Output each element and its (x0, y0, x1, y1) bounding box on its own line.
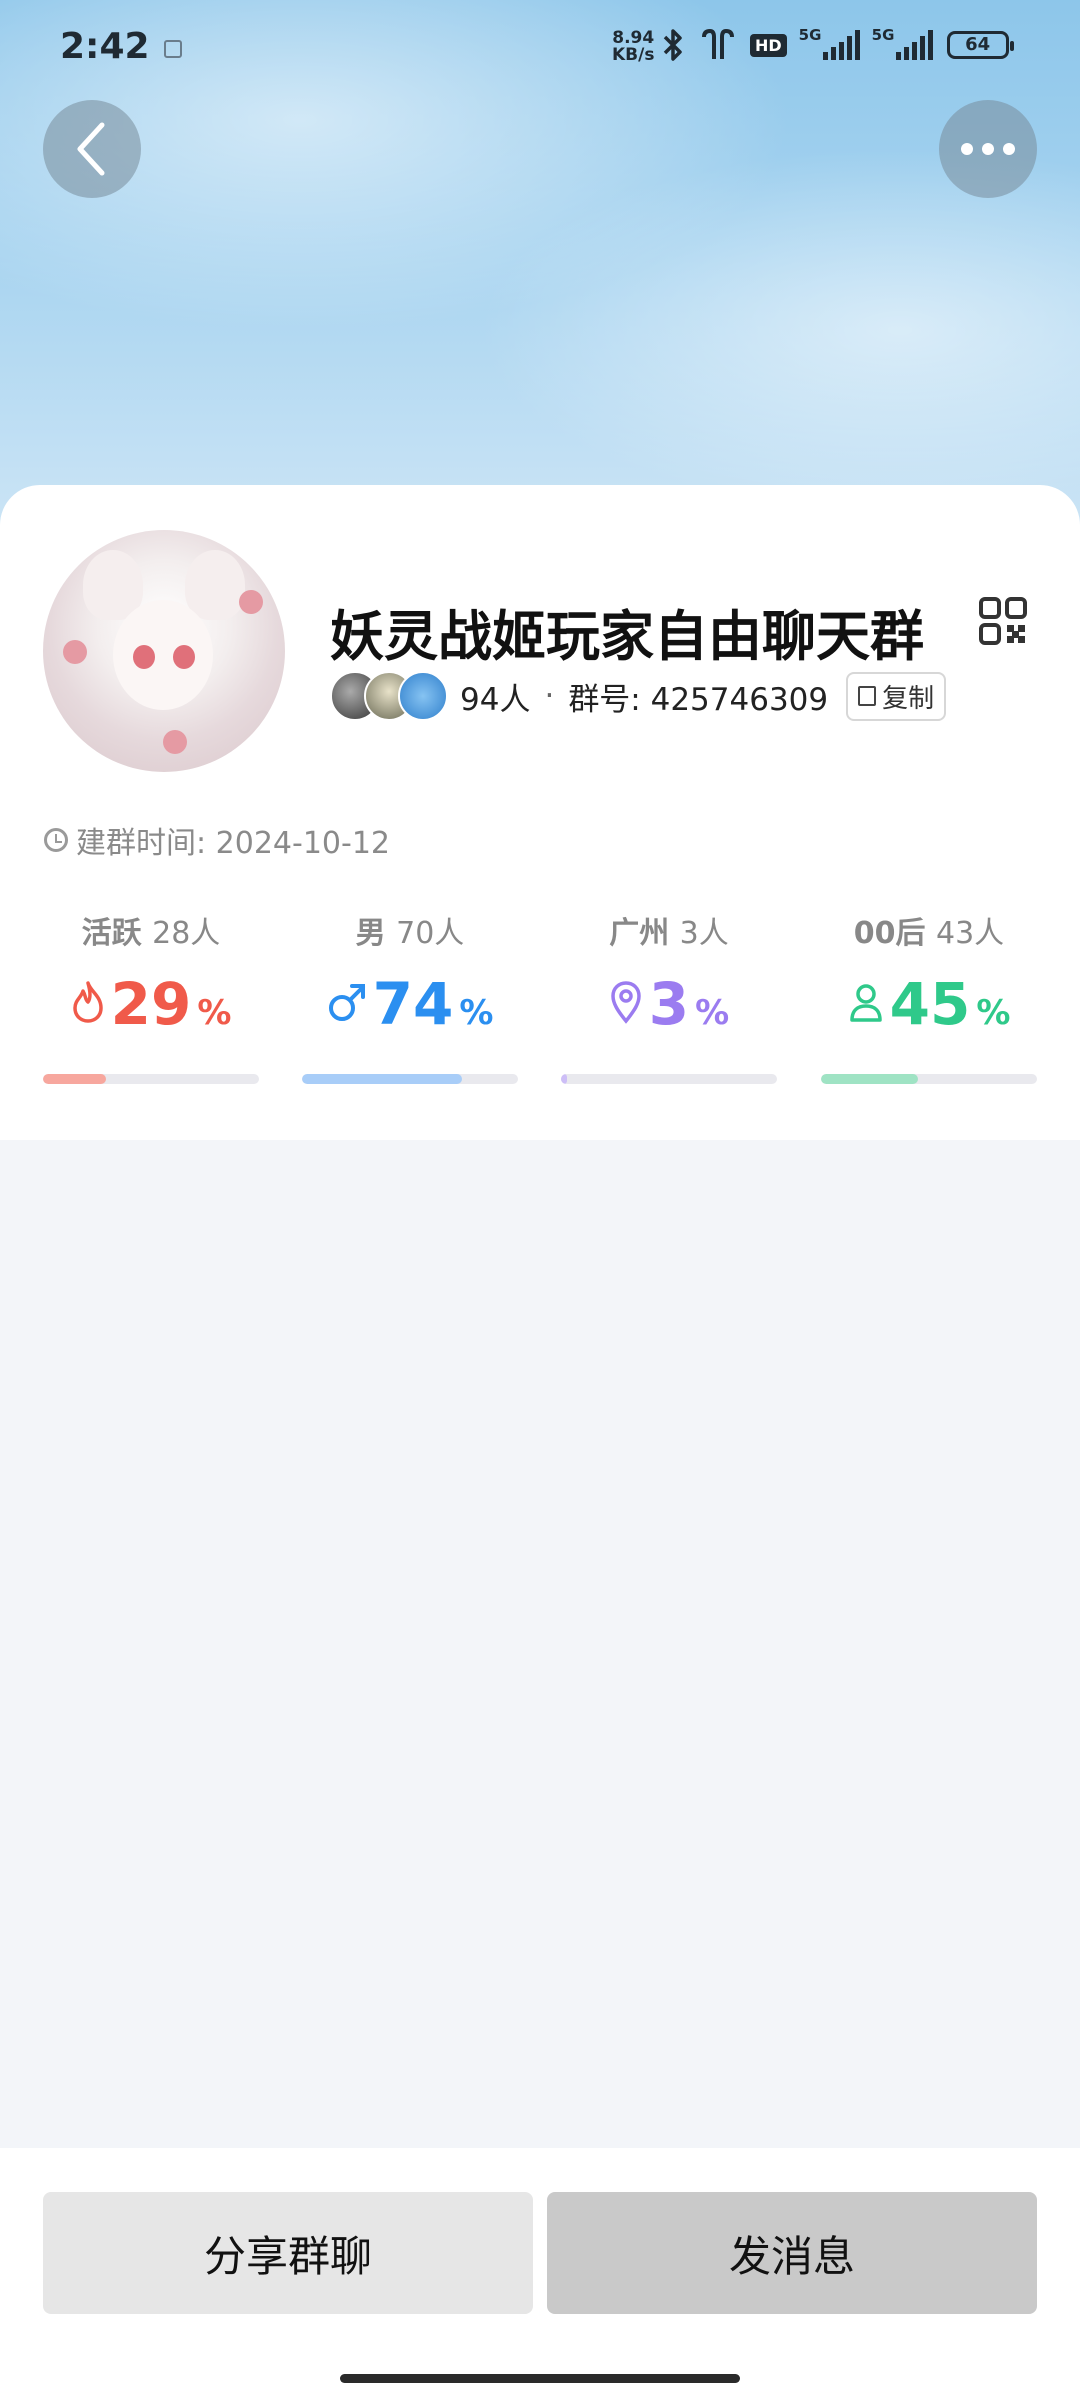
more-dots-icon (961, 143, 1015, 155)
stat-count: 43人 (936, 916, 1005, 951)
stat-label: 00后 43人 (821, 908, 1037, 952)
flame-icon (72, 981, 103, 1023)
bottom-action-bar: 分享群聊 发消息 (0, 2148, 1080, 2400)
stat-value-row: 74 % (302, 970, 518, 1038)
group-stats: 活跃 28人 29 % 男 70人 74 % 广州 3人 3 % 00后 43人… (43, 908, 1037, 1088)
avatar-face (113, 600, 213, 710)
stat-label-text: 活跃 (81, 916, 142, 951)
chevron-left-icon (77, 122, 105, 176)
stat-location[interactable]: 广州 3人 3 % (561, 908, 777, 1088)
avatar-flower (63, 640, 87, 664)
stat-active[interactable]: 活跃 28人 29 % (43, 908, 259, 1088)
avatar-eye-right (173, 645, 195, 669)
status-icons: HD 5G 5G 64 (660, 26, 1014, 62)
hd-voice-badge: HD (750, 33, 787, 57)
avatar-ear-right (185, 550, 245, 620)
creation-date: 建群时间: 2024-10-12 (44, 818, 390, 862)
stat-count: 3人 (679, 916, 729, 951)
stat-label-text: 男 (355, 916, 386, 951)
avatar-flower (163, 730, 187, 754)
stat-age-group[interactable]: 00后 43人 45 % (821, 908, 1037, 1088)
male-icon (328, 984, 365, 1021)
stat-progress-bar (561, 1074, 777, 1084)
stat-percent: 74 (372, 970, 454, 1038)
stat-progress-bar (43, 1074, 259, 1084)
battery-icon: 64 (946, 31, 1014, 59)
stat-value-row: 3 % (561, 970, 777, 1038)
stat-percent: 45 (889, 970, 971, 1038)
copy-button[interactable]: 复制 (846, 671, 947, 721)
avatar-flower (239, 590, 263, 614)
meta-separator: · (544, 678, 555, 714)
stat-percent-unit: % (459, 993, 494, 1033)
stat-label-text: 00后 (853, 916, 926, 951)
stat-male[interactable]: 男 70人 74 % (302, 908, 518, 1088)
stat-label: 广州 3人 (561, 908, 777, 952)
more-options-button[interactable] (939, 100, 1037, 198)
stat-progress-fill (43, 1074, 106, 1084)
earbuds-icon (702, 29, 734, 59)
home-indicator[interactable] (340, 2374, 740, 2383)
stat-progress-fill (821, 1074, 919, 1084)
creation-date-text: 建群时间: 2024-10-12 (76, 826, 390, 861)
status-time: 2:42 (60, 26, 150, 67)
group-meta-row: 94人 · 群号: 425746309 复制 (330, 666, 947, 726)
signal-2-label: 5G (871, 26, 895, 44)
location-pin-icon (611, 981, 641, 1024)
signal-1-label: 5G (798, 26, 822, 44)
member-count[interactable]: 94人 (460, 674, 530, 719)
stat-percent: 29 (110, 970, 192, 1038)
status-bar: 2:42 8.94 KB/s HD 5G 5G 64 (0, 0, 1080, 96)
stat-percent-unit: % (976, 993, 1011, 1033)
clock-icon (44, 828, 68, 852)
notification-icon (164, 40, 182, 58)
stat-value-row: 29 % (43, 970, 259, 1038)
group-name: 妖灵战姬玩家自由聊天群 (330, 605, 924, 668)
person-icon (849, 984, 882, 1022)
stat-percent-unit: % (695, 993, 730, 1033)
copy-label: 复制 (882, 683, 935, 714)
group-avatar[interactable] (43, 530, 285, 772)
stat-progress-bar (821, 1074, 1037, 1084)
back-button[interactable] (43, 100, 141, 198)
stat-progress-bar (302, 1074, 518, 1084)
send-message-button[interactable]: 发消息 (547, 2192, 1037, 2314)
stat-percent-unit: % (197, 993, 232, 1033)
bluetooth-icon (663, 29, 682, 61)
member-avatar[interactable] (398, 671, 448, 721)
stat-percent: 3 (648, 970, 690, 1038)
copy-icon (858, 686, 877, 706)
network-speed: 8.94 KB/s (612, 30, 654, 64)
signal-icon-1: 5G (799, 26, 860, 60)
qr-code-icon[interactable] (978, 596, 1028, 646)
stat-progress-fill (302, 1074, 462, 1084)
stat-label: 活跃 28人 (43, 908, 259, 952)
network-speed-unit: KB/s (612, 45, 655, 65)
share-group-button[interactable]: 分享群聊 (43, 2192, 533, 2314)
signal-icon-2: 5G (872, 26, 933, 60)
stat-value-row: 45 % (821, 970, 1037, 1038)
group-number: 群号: 425746309 (568, 681, 829, 718)
avatar-eye-left (133, 645, 155, 669)
stat-label: 男 70人 (302, 908, 518, 952)
stat-label-text: 广州 (609, 916, 670, 951)
stat-count: 28人 (152, 916, 221, 951)
stat-count: 70人 (396, 916, 465, 951)
stat-progress-fill (561, 1074, 568, 1084)
